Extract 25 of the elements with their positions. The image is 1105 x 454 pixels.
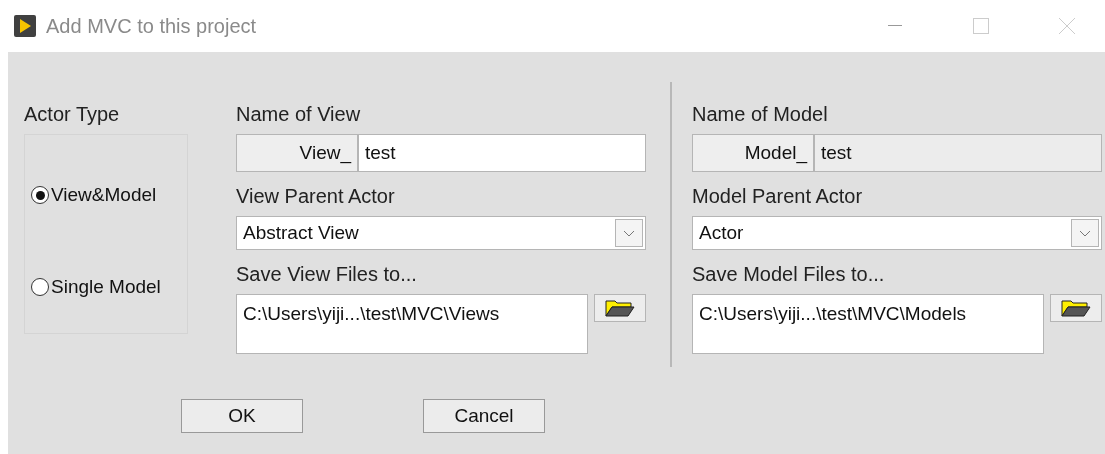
actor-type-label: Actor Type xyxy=(24,102,121,126)
parent-actor-label: View Parent Actor xyxy=(236,184,396,208)
dialog-button[interactable]: OK xyxy=(181,399,303,433)
caret-icon xyxy=(1079,229,1091,237)
maximize-icon xyxy=(973,18,989,34)
caret-icon xyxy=(623,229,635,237)
name-field[interactable]: View_ test xyxy=(236,134,646,172)
save-path-label: Save View Files to... xyxy=(236,262,418,286)
radio-option[interactable]: Single Model xyxy=(31,276,187,298)
browse-button[interactable] xyxy=(594,294,646,322)
name-label: Name of Model xyxy=(692,102,829,126)
path-field[interactable]: C:\Users\yiji...\test\MVC\Views xyxy=(236,294,588,354)
minimize-icon xyxy=(888,25,902,27)
parent-actor-label: Model Parent Actor xyxy=(692,184,864,208)
radio-option[interactable]: View&Model xyxy=(31,184,187,206)
browse-button[interactable] xyxy=(1050,294,1102,322)
dialog-button[interactable]: Cancel xyxy=(423,399,545,433)
folder-icon xyxy=(605,299,635,317)
close-icon xyxy=(1058,17,1076,35)
app-icon xyxy=(14,15,36,37)
folder-icon xyxy=(1061,299,1091,317)
save-path-label: Save Model Files to... xyxy=(692,262,886,286)
parent-actor-dropdown[interactable]: Abstract View xyxy=(236,216,646,250)
name-label: Name of View xyxy=(236,102,362,126)
window-title: Add MVC to this project xyxy=(46,14,258,38)
